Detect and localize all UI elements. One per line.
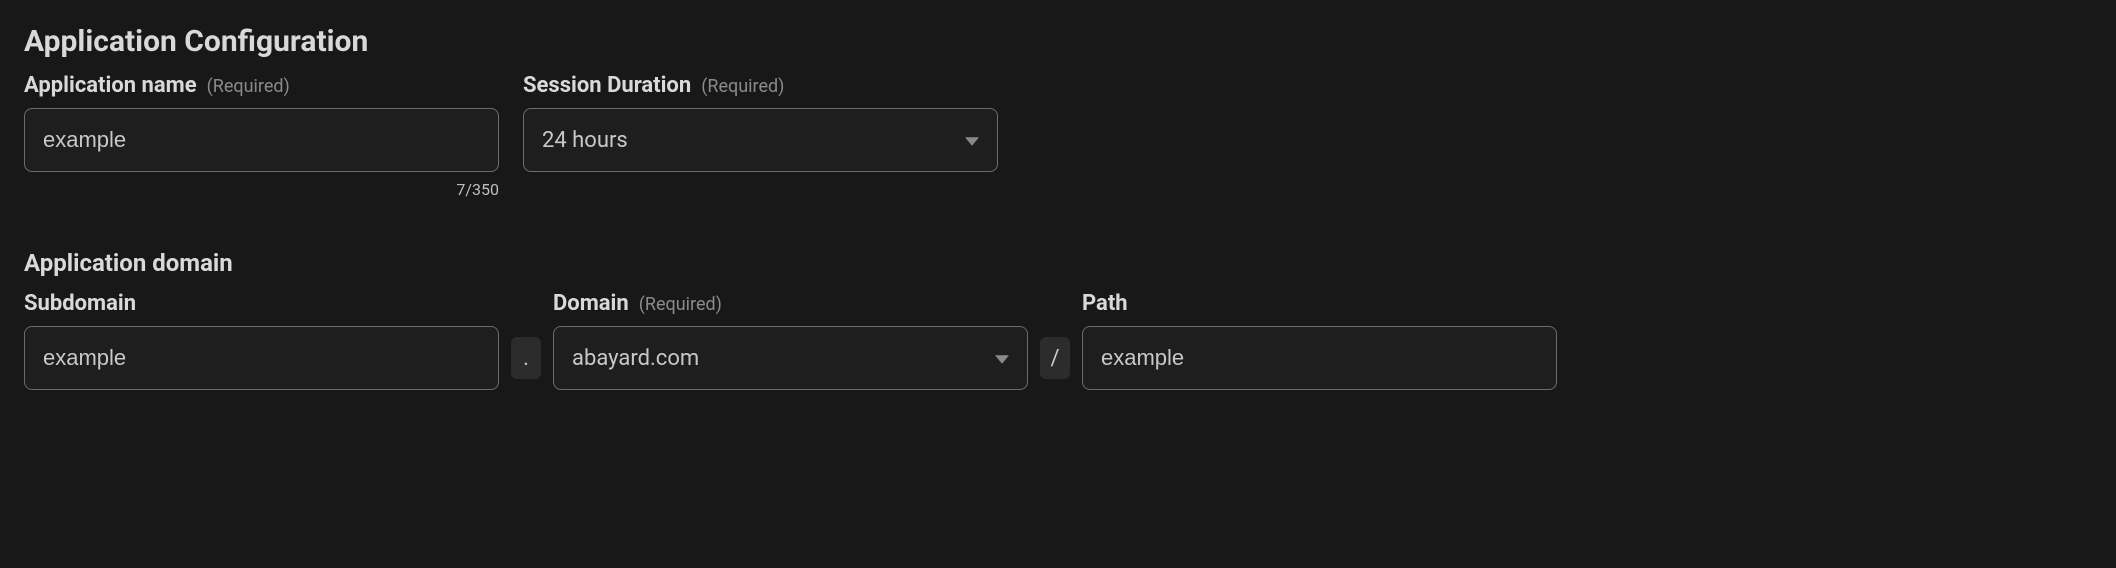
slash-separator: / xyxy=(1040,337,1070,379)
field-application-name: Application name (Required) 7/350 xyxy=(24,73,499,199)
caret-down-icon xyxy=(995,346,1009,371)
domain-select[interactable]: abayard.com xyxy=(553,326,1028,390)
row-app-domain: Subdomain . Domain (Required) abayard.co… xyxy=(24,291,2092,390)
required-session-duration: (Required) xyxy=(701,76,784,97)
row-name-session: Application name (Required) 7/350 Sessio… xyxy=(24,73,2092,199)
label-domain: Domain xyxy=(553,291,629,316)
session-duration-select[interactable]: 24 hours xyxy=(523,108,998,172)
session-duration-selected: 24 hours xyxy=(542,128,628,153)
label-line-subdomain: Subdomain xyxy=(24,291,499,316)
application-name-input[interactable] xyxy=(24,108,499,172)
label-line-application-name: Application name (Required) xyxy=(24,73,499,98)
domain-selected: abayard.com xyxy=(572,346,699,371)
subsection-title-app-domain: Application domain xyxy=(24,249,2092,277)
field-path: Path xyxy=(1082,291,1557,390)
caret-down-icon xyxy=(965,128,979,153)
label-line-path: Path xyxy=(1082,291,1557,316)
application-name-counter: 7/350 xyxy=(24,180,499,199)
required-domain: (Required) xyxy=(639,294,722,315)
dot-separator: . xyxy=(511,337,541,379)
field-domain: Domain (Required) abayard.com xyxy=(553,291,1028,390)
label-application-name: Application name xyxy=(24,73,197,98)
label-path: Path xyxy=(1082,291,1128,316)
label-line-domain: Domain (Required) xyxy=(553,291,1028,316)
subdomain-input[interactable] xyxy=(24,326,499,390)
label-line-session-duration: Session Duration (Required) xyxy=(523,73,998,98)
field-session-duration: Session Duration (Required) 24 hours xyxy=(523,73,998,172)
section-title-app-config: Application Configuration xyxy=(24,24,2092,59)
path-input[interactable] xyxy=(1082,326,1557,390)
required-application-name: (Required) xyxy=(207,76,290,97)
label-subdomain: Subdomain xyxy=(24,291,136,316)
label-session-duration: Session Duration xyxy=(523,73,691,98)
field-subdomain: Subdomain xyxy=(24,291,499,390)
